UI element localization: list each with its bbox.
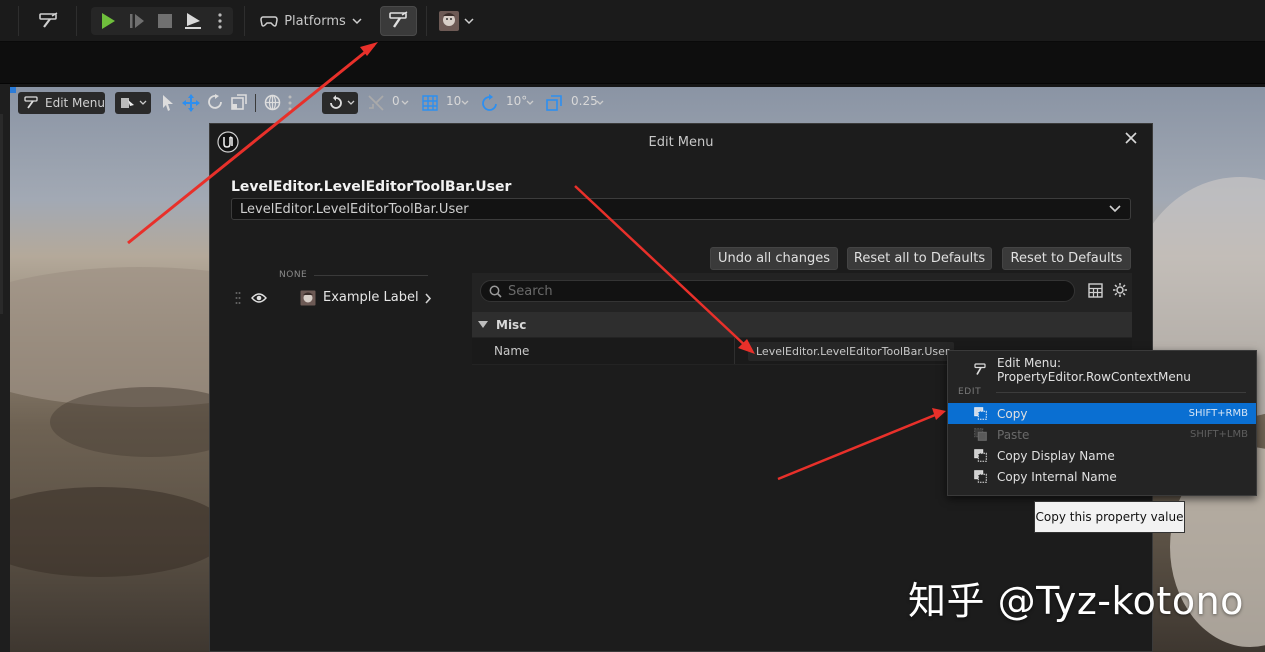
annotation-arrows <box>127 42 946 481</box>
annotation-arrow <box>574 185 755 354</box>
annotation-arrow <box>127 42 378 245</box>
annotation-arrow <box>777 408 946 481</box>
